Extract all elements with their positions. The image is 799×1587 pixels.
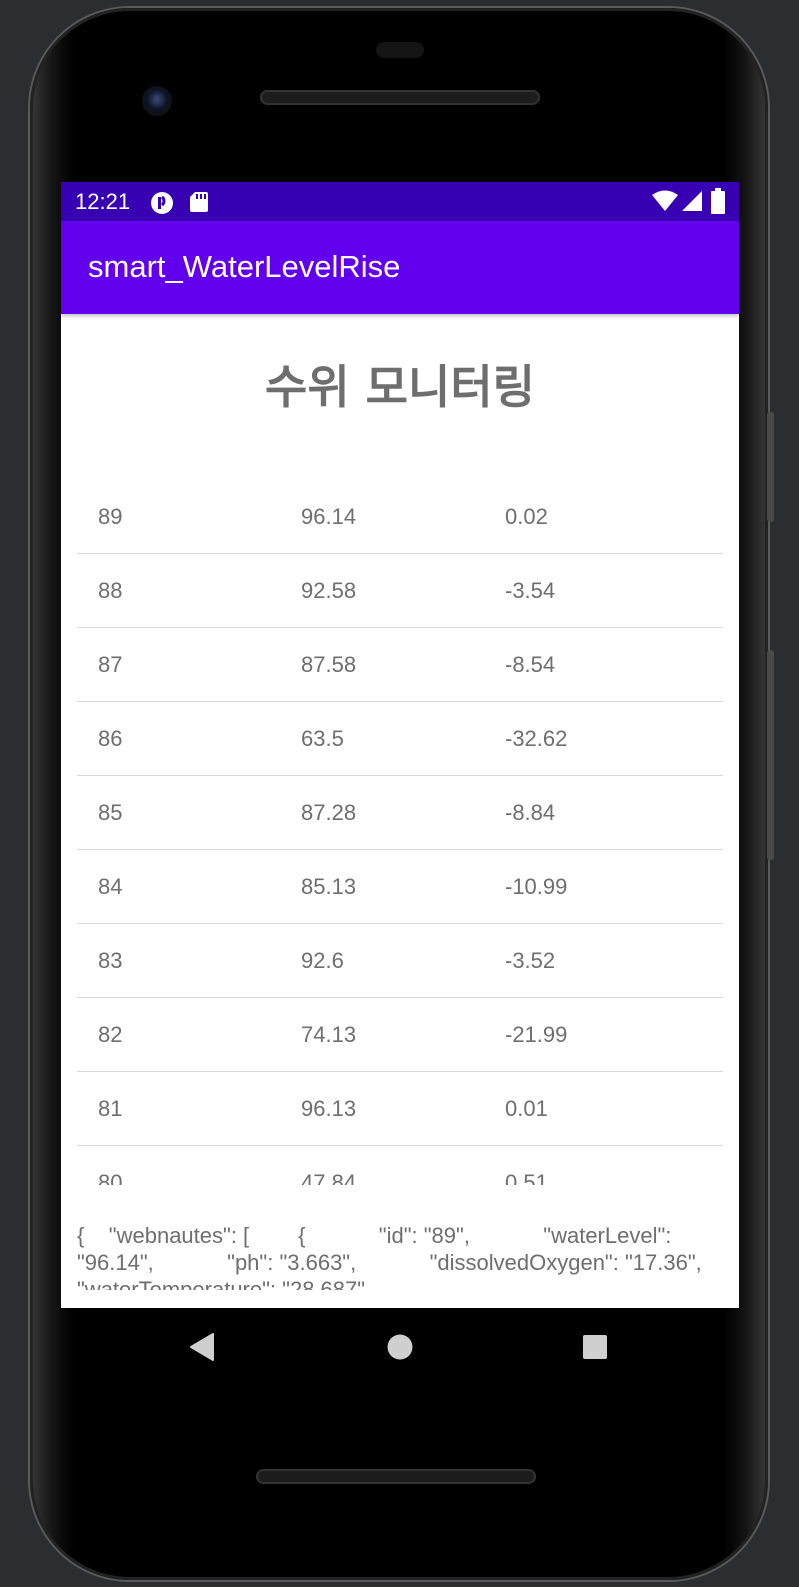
bottom-speaker: [256, 1469, 536, 1484]
status-bar: 12:21: [61, 182, 739, 221]
app-screen: 12:21 smart_WaterLevelRise 수위 모니터링 89 96…: [61, 182, 739, 1308]
back-icon[interactable]: [189, 1332, 215, 1366]
row-id: 88: [98, 578, 123, 603]
data-usage-icon: [150, 191, 174, 219]
front-camera-icon: [142, 86, 172, 116]
earpiece-speaker: [260, 90, 540, 105]
row-water-level: 92.6: [301, 948, 344, 973]
status-time: 12:21: [75, 189, 131, 214]
row-id: 85: [98, 800, 123, 825]
row-id: 81: [98, 1096, 123, 1121]
sd-card-icon: [189, 191, 209, 217]
list-item[interactable]: 82 74.13 -21.99: [77, 998, 723, 1072]
row-id: 86: [98, 726, 123, 751]
row-water-level: 96.14: [301, 504, 357, 529]
list-item[interactable]: 80 47.84 0.51: [77, 1146, 723, 1185]
home-icon[interactable]: [386, 1332, 414, 1366]
list-item[interactable]: 87 87.58 -8.54: [77, 628, 723, 702]
row-difference: 0.01: [505, 1096, 548, 1121]
page-title: 수위 모니터링: [265, 360, 535, 414]
row-difference: -32.62: [505, 726, 568, 751]
list-item[interactable]: 83 92.6 -3.52: [77, 924, 723, 998]
power-button: [767, 650, 774, 860]
row-water-level: 87.58: [301, 652, 357, 677]
navigation-bar: [61, 1308, 739, 1388]
row-id: 84: [98, 874, 123, 899]
row-water-level: 92.58: [301, 578, 357, 603]
row-water-level: 96.13: [301, 1096, 357, 1121]
row-water-level: 63.5: [301, 726, 344, 751]
recents-icon[interactable]: [582, 1332, 608, 1366]
row-difference: -21.99: [505, 1022, 568, 1047]
row-id: 87: [98, 652, 123, 677]
row-difference: -8.84: [505, 800, 556, 825]
row-id: 82: [98, 1022, 123, 1047]
battery-icon: [711, 188, 725, 218]
list-item[interactable]: 88 92.58 -3.54: [77, 554, 723, 628]
row-difference: -10.99: [505, 874, 568, 899]
list-item[interactable]: 84 85.13 -10.99: [77, 850, 723, 924]
row-difference: 0.51: [505, 1170, 548, 1185]
row-difference: -3.54: [505, 578, 556, 603]
app-title: smart_WaterLevelRise: [88, 249, 401, 284]
row-water-level: 85.13: [301, 874, 357, 899]
row-id: 80: [98, 1170, 123, 1185]
row-id: 89: [98, 504, 123, 529]
row-water-level: 87.28: [301, 800, 357, 825]
wifi-icon: [652, 190, 678, 216]
proximity-sensor: [376, 42, 424, 58]
list-item[interactable]: 81 96.13 0.01: [77, 1072, 723, 1146]
row-id: 83: [98, 948, 123, 973]
water-level-list[interactable]: 89 96.14 0.02 88 92.58 -3.54 87 87.58 -8…: [77, 480, 723, 1185]
row-water-level: 74.13: [301, 1022, 357, 1047]
row-difference: 0.02: [505, 504, 548, 529]
row-difference: -8.54: [505, 652, 556, 677]
list-item[interactable]: 85 87.28 -8.84: [77, 776, 723, 850]
list-item[interactable]: 86 63.5 -32.62: [77, 702, 723, 776]
row-water-level: 47.84: [301, 1170, 357, 1185]
volume-button: [767, 412, 774, 522]
json-response-text[interactable]: { "webnautes": [ { "id": "89", "waterLev…: [77, 1222, 723, 1290]
app-bar: smart_WaterLevelRise: [61, 221, 739, 314]
row-difference: -3.52: [505, 948, 556, 973]
list-item[interactable]: 89 96.14 0.02: [77, 480, 723, 554]
cell-signal-icon: [681, 190, 703, 216]
